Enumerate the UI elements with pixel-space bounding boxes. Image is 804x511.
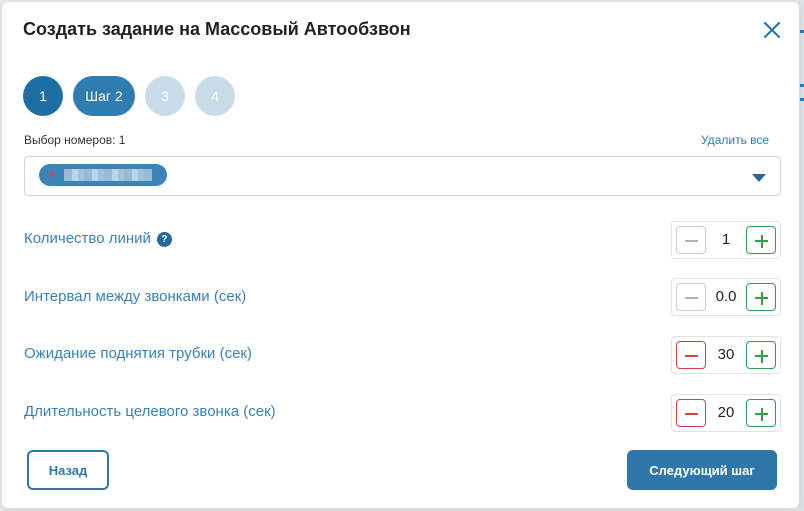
chip-remove-button[interactable]: × — [48, 167, 55, 181]
selected-number-chip: × — [39, 164, 167, 186]
next-step-button[interactable]: Следующий шаг — [627, 450, 777, 490]
numbers-selection-label: Выбор номеров: 1 — [24, 133, 126, 147]
setting-label-call-duration: Длительность целевого звонка (сек) — [24, 403, 276, 420]
help-icon[interactable]: ? — [156, 232, 172, 247]
redacted-phone-number — [64, 169, 152, 181]
minus-icon — [685, 413, 698, 415]
decrement-button[interactable] — [676, 399, 706, 427]
decrement-button[interactable] — [676, 283, 706, 311]
modal-title: Создать задание на Массовый Автообзвон — [23, 19, 411, 39]
minus-icon — [685, 297, 698, 299]
background-mark — [800, 98, 804, 101]
increment-button[interactable] — [746, 341, 776, 369]
chevron-down-icon[interactable] — [752, 174, 766, 182]
create-task-modal: Создать задание на Массовый Автообзвон 1… — [2, 2, 799, 508]
close-button[interactable] — [760, 18, 784, 42]
plus-icon — [760, 291, 763, 305]
setting-label-text: Количество линий — [24, 230, 151, 247]
background-mark — [800, 84, 804, 87]
plus-icon — [760, 234, 763, 248]
plus-icon — [760, 407, 763, 421]
stepper-value[interactable]: 1 — [708, 231, 744, 248]
setting-label-interval: Интервал между звонками (сек) — [24, 288, 247, 305]
back-button[interactable]: Назад — [27, 450, 109, 490]
minus-icon — [685, 240, 698, 242]
decrement-button[interactable] — [676, 226, 706, 254]
plus-icon — [760, 349, 763, 363]
stepper-value[interactable]: 20 — [708, 404, 744, 421]
step-indicator: 1 Шаг 2 3 4 — [23, 76, 235, 116]
decrement-button[interactable] — [676, 341, 706, 369]
setting-label-lines: Количество линий? — [24, 230, 172, 247]
increment-button[interactable] — [746, 283, 776, 311]
close-icon — [763, 21, 781, 39]
background-mark — [800, 30, 804, 33]
interval-stepper: 0.0 — [671, 278, 781, 316]
stepper-value[interactable]: 30 — [708, 346, 744, 363]
lines-stepper: 1 — [671, 221, 781, 259]
call-duration-stepper: 20 — [671, 394, 781, 432]
numbers-select[interactable]: × — [24, 156, 781, 196]
step-4[interactable]: 4 — [195, 76, 235, 116]
setting-label-answer-wait: Ожидание поднятия трубки (сек) — [24, 345, 252, 362]
increment-button[interactable] — [746, 226, 776, 254]
delete-all-link[interactable]: Удалить все — [701, 133, 769, 147]
step-3[interactable]: 3 — [145, 76, 185, 116]
increment-button[interactable] — [746, 399, 776, 427]
step-1[interactable]: 1 — [23, 76, 63, 116]
answer-wait-stepper: 30 — [671, 336, 781, 374]
minus-icon — [685, 355, 698, 357]
stepper-value[interactable]: 0.0 — [708, 288, 744, 305]
step-2[interactable]: Шаг 2 — [73, 76, 135, 116]
